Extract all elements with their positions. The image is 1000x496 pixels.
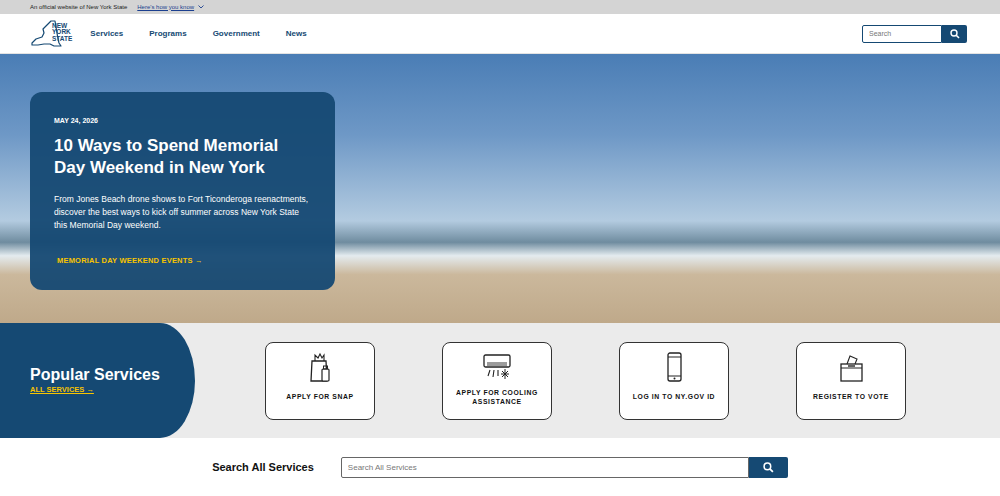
- search-all-field: [341, 457, 788, 478]
- search-input[interactable]: [862, 25, 942, 43]
- header-search: [862, 25, 967, 43]
- magnifier-icon[interactable]: [763, 462, 774, 473]
- logo-line[interactable]: NEW: [52, 23, 72, 30]
- logo-line[interactable]: YORK: [52, 29, 72, 36]
- hero-description: From Jones Beach drone shows to Fort Tic…: [54, 193, 311, 233]
- logo-text[interactable]: NEWYORKSTATE: [52, 23, 72, 43]
- official-text: An official website of New York State: [30, 3, 127, 12]
- hero-link[interactable]: MEMORIAL DAY WEEKEND EVENTS →: [57, 256, 203, 265]
- service-tile-label[interactable]: REGISTER TO VOTE: [813, 383, 889, 413]
- nav-link[interactable]: Programs: [149, 28, 186, 40]
- chevron-down-icon[interactable]: [198, 5, 204, 9]
- site-header: NEWYORKSTATE Services Programs Government N…: [0, 14, 1000, 54]
- nav-link[interactable]: Services: [90, 28, 123, 40]
- search-all-services: Search All Services: [0, 438, 1000, 496]
- nav-link[interactable]: Government: [213, 28, 260, 40]
- hero-title: 10 Ways to Spend Memorial Day Weekend in…: [54, 135, 311, 179]
- search-all-input[interactable]: [341, 457, 749, 478]
- search-all-label: Search All Services: [212, 459, 314, 476]
- logo-line[interactable]: STATE: [52, 36, 72, 43]
- search-button[interactable]: [942, 25, 967, 43]
- air-conditioner-icon[interactable]: [482, 351, 512, 383]
- service-tiles: APPLY FOR SNAP APPLY FOR COOLING ASSISTAN…: [265, 342, 906, 420]
- popular-services-panel: Popular Services ALL SERVICES →: [0, 323, 195, 438]
- nav-link[interactable]: News: [286, 28, 307, 40]
- search-all-button[interactable]: [749, 457, 788, 478]
- all-services-link[interactable]: ALL SERVICES →: [30, 384, 195, 395]
- service-tile[interactable]: REGISTER TO VOTE: [796, 342, 906, 420]
- hero-card: MAY 24, 2026 10 Ways to Spend Memorial D…: [30, 92, 335, 290]
- ballot-box-icon[interactable]: [836, 351, 866, 383]
- service-tile[interactable]: LOG IN TO NY.GOV ID: [619, 342, 729, 420]
- service-tile[interactable]: APPLY FOR SNAP: [265, 342, 375, 420]
- service-tile-label[interactable]: LOG IN TO NY.GOV ID: [633, 383, 715, 413]
- official-banner: An official website of New York State He…: [0, 0, 1000, 14]
- how-you-know-text[interactable]: Here's how you know: [137, 3, 194, 12]
- hero-date: MAY 24, 2026: [54, 116, 311, 127]
- how-you-know-link[interactable]: Here's how you know: [137, 3, 204, 12]
- hero-banner: MAY 24, 2026 10 Ways to Spend Memorial D…: [0, 54, 1000, 323]
- ny-logo[interactable]: NEWYORKSTATE: [30, 19, 72, 49]
- smartphone-icon[interactable]: [659, 351, 689, 383]
- grocery-bag-icon[interactable]: [305, 351, 335, 383]
- service-tile[interactable]: APPLY FOR COOLING ASSISTANCE: [442, 342, 552, 420]
- popular-services: Popular Services ALL SERVICES → APPLY FO…: [0, 323, 1000, 438]
- service-tile-label[interactable]: APPLY FOR COOLING ASSISTANCE: [449, 383, 545, 413]
- popular-services-heading: Popular Services: [30, 365, 195, 384]
- magnifier-icon[interactable]: [950, 29, 960, 39]
- service-tile-label[interactable]: APPLY FOR SNAP: [286, 383, 353, 413]
- main-nav: Services Programs Government News: [90, 28, 306, 40]
